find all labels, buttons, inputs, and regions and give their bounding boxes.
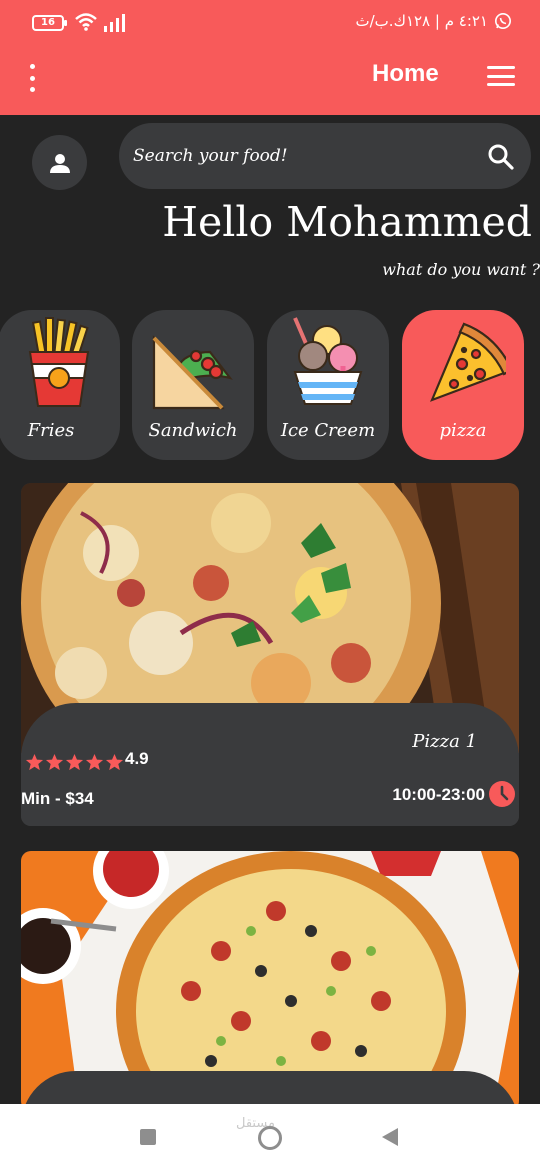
page-title: Home: [372, 60, 439, 87]
top-bar: 16 ٤:٢١ م | ١٢٨ك.ب/ث Home: [0, 0, 540, 115]
star-icon: [85, 753, 104, 771]
search-input[interactable]: [133, 123, 473, 189]
category-label: Fries: [27, 420, 75, 441]
min-price: Min - $34: [21, 789, 94, 808]
wifi-icon: [75, 13, 97, 31]
signal-icon: [104, 14, 125, 32]
restaurant-card[interactable]: Pizza 1 4.9 Min - $34 10:00-23:00: [21, 483, 519, 826]
app-screen: 16 ٤:٢١ م | ١٢٨ك.ب/ث Home Search your fo…: [0, 0, 540, 1170]
sandwich-icon: [152, 335, 233, 410]
category-sandwich[interactable]: Sandwich: [132, 310, 254, 460]
category-fries[interactable]: Fries: [0, 310, 120, 460]
search-bar: [119, 123, 531, 189]
category-pizza[interactable]: pizza: [402, 310, 524, 460]
greeting-title: Hello Mohammed: [162, 198, 532, 246]
category-label: pizza: [439, 420, 487, 441]
menu-icon[interactable]: [487, 66, 515, 86]
search-icon[interactable]: [487, 143, 515, 171]
restaurant-card[interactable]: [21, 851, 519, 1111]
fries-icon: [28, 317, 90, 407]
category-label: Sandwich: [148, 420, 238, 441]
rating-value: 4.9: [125, 749, 149, 768]
star-icon: [45, 753, 64, 771]
whatsapp-icon: [495, 13, 511, 29]
greeting-subtitle: what do you want ?: [382, 260, 540, 279]
restaurant-name: Pizza 1: [412, 731, 477, 752]
pizza-icon: [429, 322, 506, 402]
star-icon: [105, 753, 124, 771]
user-icon: [49, 153, 70, 173]
more-options-icon[interactable]: [22, 64, 42, 92]
clock-icon: [489, 781, 515, 807]
battery-icon: 16: [32, 15, 67, 31]
rating-stars: [25, 753, 124, 772]
recents-button[interactable]: [140, 1129, 156, 1145]
star-icon: [25, 753, 44, 771]
category-ice-cream[interactable]: Ice Creem: [267, 310, 389, 460]
opening-hours: 10:00-23:00: [392, 785, 485, 804]
status-right: ٤:٢١ م | ١٢٨ك.ب/ث: [356, 12, 513, 30]
app-bar: Home: [0, 46, 540, 115]
star-icon: [65, 753, 84, 771]
back-button[interactable]: [382, 1128, 398, 1146]
home-button[interactable]: [258, 1126, 282, 1150]
profile-button[interactable]: [32, 135, 87, 190]
category-label: Ice Creem: [280, 420, 376, 441]
system-nav-bar: مستقل: [0, 1104, 540, 1170]
status-bar: 16 ٤:٢١ م | ١٢٨ك.ب/ث: [0, 0, 540, 46]
card-info-panel: Pizza 1 4.9 Min - $34 10:00-23:00: [21, 703, 519, 826]
battery-level: 16: [41, 17, 55, 28]
status-text: ٤:٢١ م | ١٢٨ك.ب/ث: [355, 12, 489, 30]
category-list: Fries Sandwich Ice Creem pizza: [0, 310, 540, 462]
ice-cream-icon: [293, 317, 363, 405]
